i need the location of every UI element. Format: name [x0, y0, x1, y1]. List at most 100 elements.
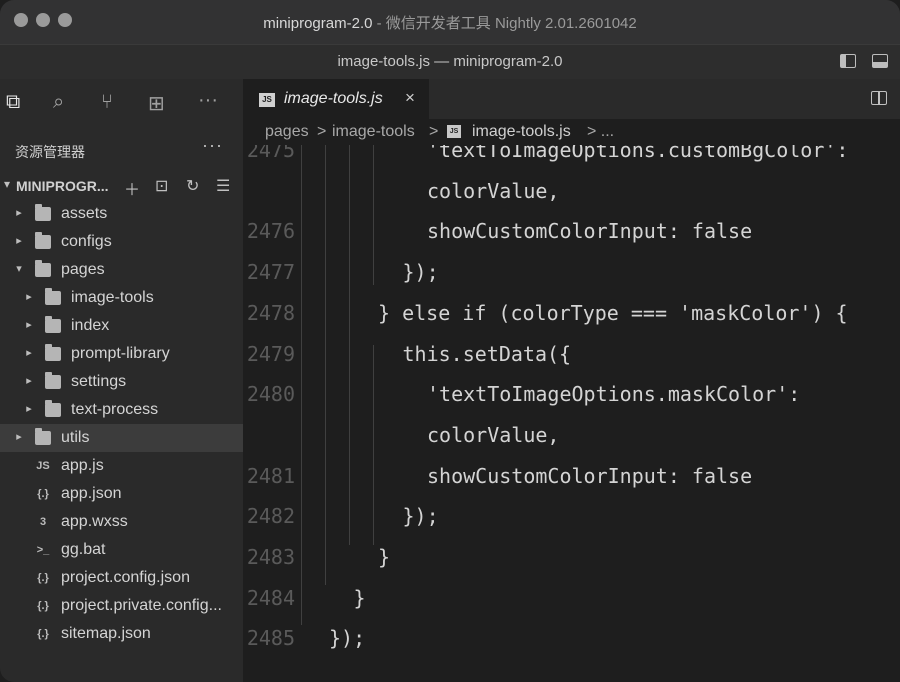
tree-item[interactable]: {.} project.config.json [0, 564, 243, 592]
tree-item[interactable]: {.} project.private.config... [0, 592, 243, 620]
code-text: } [378, 545, 391, 569]
tree-item-label: utils [61, 429, 90, 446]
line-number: 2480 [246, 382, 295, 407]
tree-item-label: app.js [61, 457, 104, 474]
tree-item[interactable]: ▸ text-process [0, 396, 243, 424]
chevron-right-icon: ▸ [26, 291, 32, 303]
code-text: colorValue, [427, 178, 560, 203]
tree-item-label: app.json [61, 485, 122, 502]
folder-icon [45, 400, 61, 417]
line-number: 2478 [246, 300, 295, 325]
folder-icon [35, 260, 51, 277]
tree-item[interactable]: ▸ image-tools [0, 284, 243, 312]
folder-icon [45, 316, 61, 333]
tree-item-label: configs [61, 233, 112, 250]
split-editor-icon[interactable] [871, 91, 887, 105]
code-line[interactable]: 2483} [243, 537, 900, 577]
explorer-icon[interactable]: ⧉ [6, 91, 20, 114]
code-text: this.setData({ [402, 341, 572, 366]
activity-bar: ⧉ ⌕ ⑂ ⊞ ··· [0, 79, 243, 127]
app-subtitle: - 微信开发者工具 Nightly 2.01.2601042 [372, 15, 637, 32]
code-line[interactable]: 2481 showCustomColorInput: false [243, 456, 900, 496]
tree-item[interactable]: ▸ prompt-library [0, 340, 243, 368]
json-file-icon: {.} [37, 488, 49, 500]
tab-image-tools-js[interactable]: JS image-tools.js × [243, 79, 429, 119]
code-line[interactable]: 2477}); [243, 252, 900, 292]
code-text: showCustomColorInput: false [427, 219, 753, 244]
new-folder-icon[interactable]: ⊡ [155, 176, 168, 196]
code-text: }); [402, 260, 439, 285]
project-section-header[interactable]: ▾ MINIPROGR... ＋ ⊡ ↻ ☰ [0, 173, 243, 199]
code-text: } [353, 585, 366, 610]
tree-item-label: settings [71, 373, 127, 390]
refresh-icon[interactable]: ↻ [186, 176, 199, 196]
tree-item[interactable]: >_ gg.bat [0, 536, 243, 564]
line-number: 2477 [246, 260, 295, 285]
code-line[interactable]: 2478} else if (colorType === 'maskColor'… [243, 293, 900, 333]
code-line[interactable]: 2485}); [243, 618, 900, 658]
bat-file-icon: >_ [36, 544, 50, 556]
chevron-right-icon: ▸ [16, 431, 22, 443]
code-text: showCustomColorInput: false [427, 463, 753, 488]
chevron-right-icon: ▸ [26, 347, 32, 359]
line-number: 2481 [246, 463, 295, 488]
tree-item[interactable]: ▾ pages [0, 256, 243, 284]
new-file-icon[interactable]: ＋ [124, 176, 140, 200]
code-line[interactable]: 2484} [243, 578, 900, 618]
tree-item-label: assets [61, 205, 108, 222]
tree-item-label: app.wxss [61, 513, 128, 530]
chevron-right-icon: ▸ [16, 235, 22, 247]
file-tree: ▸ assets ▸ configs ▾ pages ▸ image-tools ▸ index ▸… [0, 200, 243, 648]
code-line[interactable]: 2480 'textToImageOptions.maskColor': [243, 374, 900, 414]
tree-item[interactable]: ▸ utils [0, 424, 243, 452]
chevron-right-icon: ▸ [26, 375, 32, 387]
breadcrumb-file[interactable]: image-tools.js [472, 123, 571, 141]
extensions-icon[interactable]: ⊞ [148, 91, 165, 116]
code-line[interactable]: 2475 'textToImageOptions.customBgColor': [243, 145, 900, 170]
breadcrumb-more[interactable]: > ... [587, 123, 614, 141]
tree-item-label: image-tools [71, 289, 154, 306]
chevron-down-icon: ▾ [16, 263, 22, 275]
line-number: 2475 [246, 145, 295, 162]
code-line[interactable]: colorValue, [243, 171, 900, 211]
tree-item[interactable]: ▸ configs [0, 228, 243, 256]
chevron-down-icon: ▾ [4, 177, 11, 191]
editor-tab-bar: JS image-tools.js × [243, 79, 900, 119]
tree-item-label: pages [61, 261, 105, 278]
code-line[interactable]: 2476 showCustomColorInput: false [243, 211, 900, 251]
code-text: 'textToImageOptions.customBgColor': [427, 145, 849, 162]
app-title: miniprogram-2.0 - 微信开发者工具 Nightly 2.01.2… [0, 12, 900, 33]
code-line[interactable]: colorValue, [243, 415, 900, 455]
tree-item[interactable]: JS app.js [0, 452, 243, 480]
tree-item[interactable]: {.} sitemap.json [0, 620, 243, 648]
json-file-icon: {.} [37, 600, 49, 612]
tree-item[interactable]: ▸ settings [0, 368, 243, 396]
app-name: miniprogram-2.0 [263, 15, 373, 32]
css-file-icon: 3 [39, 516, 47, 528]
code-line[interactable]: 2479 this.setData({ [243, 334, 900, 374]
tree-item[interactable]: 3 app.wxss [0, 508, 243, 536]
tree-item[interactable]: ▸ index [0, 312, 243, 340]
js-file-icon: JS [36, 460, 50, 472]
breadcrumb-pages[interactable]: pages [265, 123, 309, 141]
code-text: }); [329, 626, 366, 651]
tab-label: image-tools.js [284, 90, 383, 107]
close-icon[interactable]: × [405, 88, 415, 108]
tree-item[interactable]: {.} app.json [0, 480, 243, 508]
code-line[interactable]: 2482}); [243, 496, 900, 536]
explorer-more-button[interactable]: ··· [202, 135, 223, 156]
line-number: 2482 [246, 504, 295, 529]
tree-item-label: text-process [71, 401, 159, 418]
breadcrumb-image-tools[interactable]: image-tools [332, 123, 415, 141]
code-text: colorValue, [427, 422, 560, 447]
source-control-icon[interactable]: ⑂ [101, 91, 113, 114]
collapse-all-icon[interactable]: ☰ [216, 176, 230, 196]
toggle-panel-icon[interactable] [872, 54, 888, 68]
tree-item[interactable]: ▸ assets [0, 200, 243, 228]
toggle-sidebar-icon[interactable] [840, 54, 856, 68]
more-icon[interactable]: ··· [198, 89, 218, 112]
code-editor[interactable]: 2475 'textToImageOptions.customBgColor': c… [243, 145, 900, 682]
app-window: miniprogram-2.0 - 微信开发者工具 Nightly 2.01.2… [0, 0, 900, 682]
search-icon[interactable]: ⌕ [53, 91, 64, 114]
breadcrumb-separator: > [429, 123, 439, 140]
